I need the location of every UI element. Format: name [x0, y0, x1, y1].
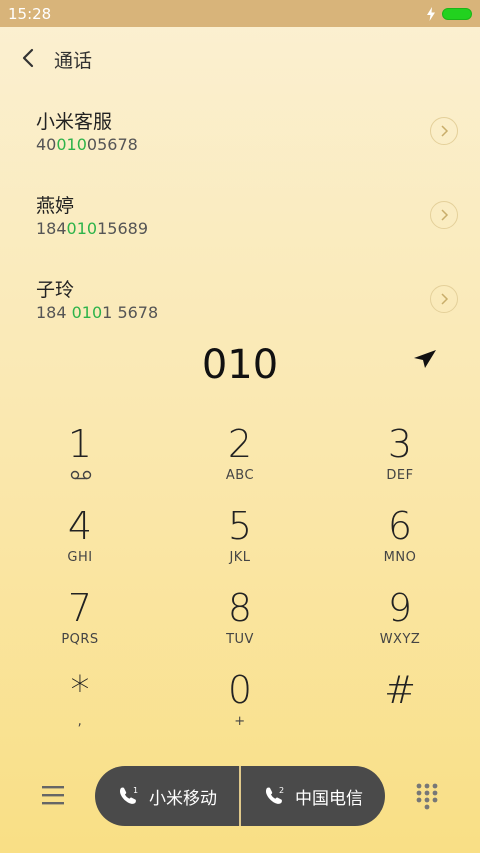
- key-7[interactable]: 7 PQRS: [20, 586, 140, 666]
- call-sim2-button[interactable]: 2 中国电信: [241, 766, 385, 826]
- dialpad-grid-icon[interactable]: [414, 782, 440, 810]
- chevron-right-icon: [441, 125, 449, 137]
- back-arrow-icon: [22, 48, 34, 68]
- battery-icon: [442, 7, 472, 20]
- send-icon[interactable]: [412, 348, 438, 370]
- status-icons: [426, 6, 472, 21]
- key-hash[interactable]: #: [340, 668, 460, 748]
- phone-sim1-icon: 1: [119, 786, 138, 804]
- status-bar: 15:28: [0, 0, 480, 27]
- page-title: 通话: [54, 50, 93, 72]
- contact-number: 184 0101 5678: [36, 303, 159, 322]
- status-time: 15:28: [8, 4, 52, 23]
- key-6[interactable]: 6 MNO: [340, 504, 460, 584]
- key-8[interactable]: 8 TUV: [180, 586, 300, 666]
- key-1[interactable]: 1: [20, 422, 140, 502]
- key-2[interactable]: 2 ABC: [180, 422, 300, 502]
- contact-item[interactable]: 小米客服 4001005678: [0, 107, 480, 187]
- key-star[interactable]: * ,: [20, 668, 140, 748]
- key-5[interactable]: 5 JKL: [180, 504, 300, 584]
- phone-sim2-icon: 2: [265, 786, 284, 804]
- header: 通话: [0, 40, 480, 76]
- key-4[interactable]: 4 GHI: [20, 504, 140, 584]
- contact-name: 燕婷: [36, 195, 75, 217]
- back-button[interactable]: [14, 44, 42, 72]
- key-3[interactable]: 3 DEF: [340, 422, 460, 502]
- contact-name: 小米客服: [36, 111, 113, 133]
- contact-item[interactable]: 燕婷 18401015689: [0, 191, 480, 271]
- sim1-label: 小米移动: [149, 788, 217, 809]
- key-0[interactable]: 0 +: [180, 668, 300, 748]
- contact-number: 18401015689: [36, 219, 148, 238]
- key-9[interactable]: 9 WXYZ: [340, 586, 460, 666]
- contact-number: 4001005678: [36, 135, 138, 154]
- svg-text:2: 2: [279, 786, 284, 795]
- dialed-number-display: 010: [201, 342, 279, 388]
- svg-text:1: 1: [133, 786, 138, 795]
- menu-icon[interactable]: [38, 782, 68, 808]
- voicemail-icon: [70, 470, 92, 480]
- call-sim1-button[interactable]: 1 小米移动: [95, 766, 239, 826]
- chevron-right-icon: [441, 209, 449, 221]
- contact-name: 子玲: [36, 279, 75, 301]
- contact-detail-button[interactable]: [430, 117, 458, 145]
- charging-icon: [427, 6, 435, 21]
- contact-detail-button[interactable]: [430, 201, 458, 229]
- chevron-right-icon: [441, 293, 449, 305]
- call-button-group: 1 小米移动 2 中国电信: [95, 766, 385, 826]
- sim2-label: 中国电信: [295, 788, 363, 809]
- contact-detail-button[interactable]: [430, 285, 458, 313]
